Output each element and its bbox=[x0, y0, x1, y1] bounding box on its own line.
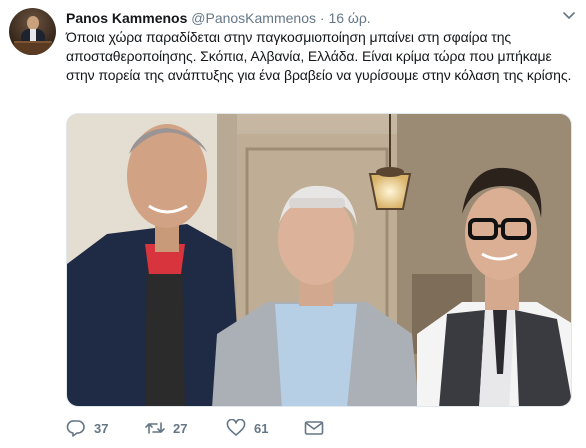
reply-count: 37 bbox=[94, 420, 109, 436]
heart-icon bbox=[226, 419, 246, 437]
tweet-header: Panos Kammenos @PanosKammenos · 16 ώρ. bbox=[66, 9, 371, 27]
avatar-podium bbox=[14, 41, 52, 55]
tweet-text: Όποια χώρα παραδίδεται στην παγκοσμιοποί… bbox=[66, 29, 572, 83]
avatar-shirt bbox=[30, 29, 36, 41]
envelope-icon bbox=[304, 419, 324, 437]
photo-illustration bbox=[67, 114, 571, 406]
retweet-count: 27 bbox=[173, 420, 188, 436]
avatar-head bbox=[27, 16, 39, 30]
tweet-photo[interactable] bbox=[66, 113, 572, 407]
author-name[interactable]: Panos Kammenos bbox=[66, 10, 187, 26]
reply-icon bbox=[66, 419, 86, 437]
retweet-icon bbox=[145, 419, 165, 437]
header-separator: · bbox=[319, 10, 325, 26]
direct-message-button[interactable] bbox=[304, 418, 324, 438]
tweet-actions: 37 27 61 bbox=[66, 418, 572, 438]
author-handle[interactable]: @PanosKammenos bbox=[191, 10, 316, 26]
reply-button[interactable]: 37 bbox=[66, 418, 108, 438]
avatar[interactable] bbox=[9, 8, 56, 55]
tweet-timestamp[interactable]: 16 ώρ. bbox=[328, 10, 370, 26]
tweet-card[interactable]: Panos Kammenos @PanosKammenos · 16 ώρ. Ό… bbox=[0, 0, 586, 448]
like-button[interactable]: 61 bbox=[226, 418, 268, 438]
like-count: 61 bbox=[254, 420, 269, 436]
chevron-down-icon[interactable] bbox=[562, 10, 576, 22]
retweet-button[interactable]: 27 bbox=[145, 418, 187, 438]
